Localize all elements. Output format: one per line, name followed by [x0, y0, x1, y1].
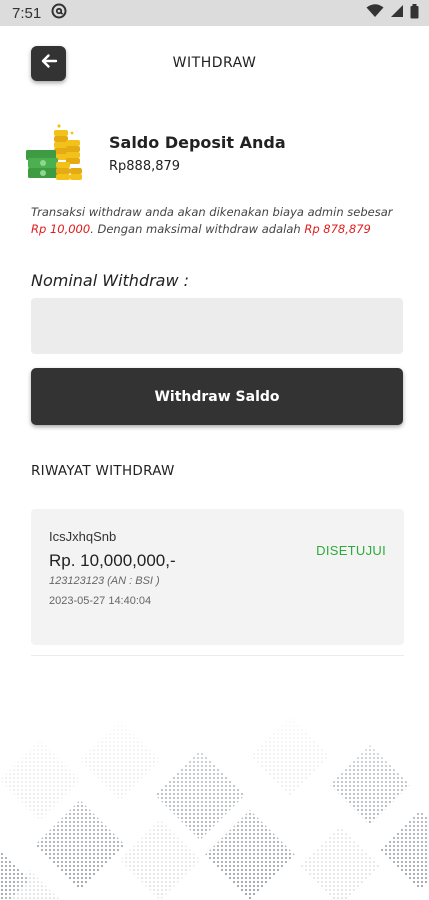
nominal-label: Nominal Withdraw : — [31, 271, 190, 290]
withdraw-button[interactable]: Withdraw Saldo — [31, 368, 403, 425]
history-item-amount: Rp. 10,000,000,- — [49, 551, 176, 570]
history-item[interactable]: IcsJxhqSnb Rp. 10,000,000,- 123123123 (A… — [31, 509, 404, 645]
status-bar: 7:51 — [0, 0, 429, 26]
divider — [31, 655, 404, 656]
history-item-status: DISETUJUI — [316, 543, 386, 558]
background-pattern — [0, 700, 429, 900]
balance-title: Saldo Deposit Anda — [109, 133, 286, 152]
history-item-account: 123123123 (AN : BSI ) — [49, 575, 160, 587]
history-item-date: 2023-05-27 14:40:04 — [49, 595, 152, 607]
signal-icon — [390, 4, 404, 22]
balance-amount: Rp888,879 — [109, 159, 181, 174]
battery-icon — [410, 3, 419, 23]
balance-section: Saldo Deposit Anda Rp888,879 — [24, 124, 404, 184]
at-sign-icon — [51, 3, 67, 23]
admin-fee: Rp 10,000 — [31, 222, 91, 236]
history-title: RIWAYAT WITHDRAW — [31, 463, 175, 479]
money-coins-icon — [24, 124, 86, 180]
withdraw-notice: Transaksi withdraw anda akan dikenakan b… — [31, 204, 403, 238]
history-item-name: IcsJxhqSnb — [49, 529, 117, 544]
status-time: 7:51 — [12, 4, 42, 22]
page-title: WITHDRAW — [172, 55, 257, 71]
max-withdraw: Rp 878,879 — [304, 222, 371, 236]
app-header: WITHDRAW — [0, 26, 429, 100]
notice-text-1: Transaksi withdraw anda akan dikenakan b… — [31, 205, 393, 219]
notice-text-2: . Dengan maksimal withdraw adalah — [90, 222, 305, 236]
nominal-input[interactable] — [31, 298, 403, 354]
wifi-icon — [366, 4, 384, 22]
